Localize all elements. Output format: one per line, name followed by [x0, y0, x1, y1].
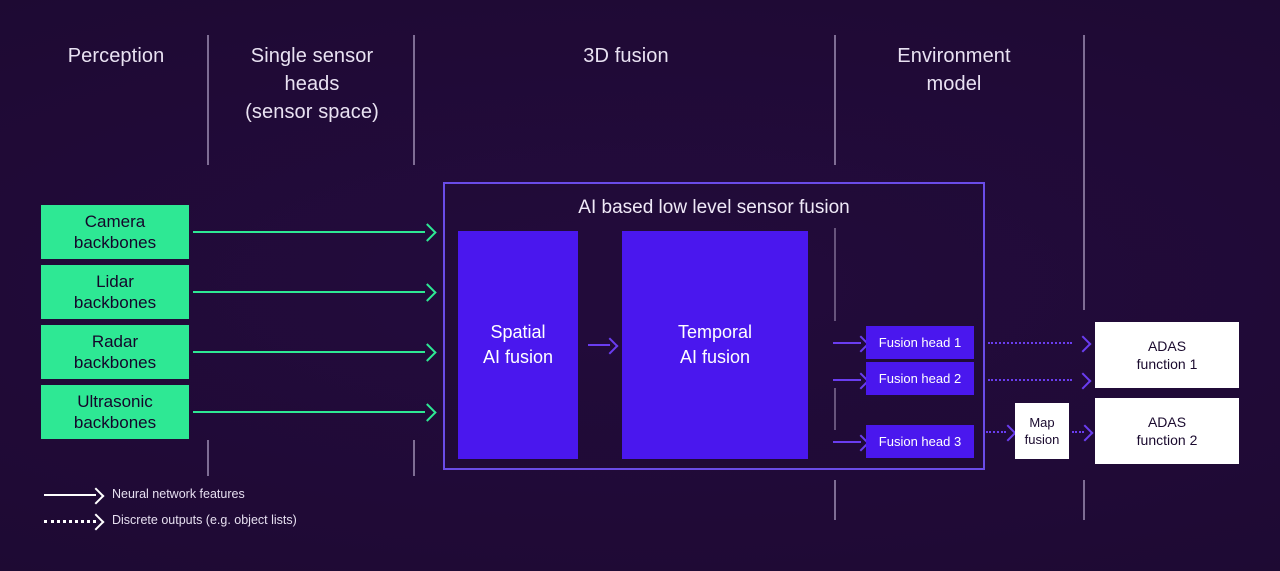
arrow-camera-to-fusion	[193, 231, 425, 233]
arrow-head-head-2-to-adas-1	[1074, 372, 1092, 390]
column-header-perception: Perception	[67, 45, 165, 67]
arrow-head-lidar	[418, 283, 437, 302]
fusion-container-title: AI based low level sensor fusion	[578, 197, 850, 218]
legend-label-neural-network-features: Neural network features	[112, 487, 245, 501]
arrow-head-radar	[418, 343, 437, 362]
legend: Neural network features Discrete outputs…	[44, 482, 384, 532]
legend-label-discrete-outputs: Discrete outputs (e.g. object lists)	[112, 513, 297, 527]
map-fusion-box[interactable]: Map fusion	[1015, 403, 1069, 459]
arrow-head-ultrasonic	[418, 403, 437, 422]
column-divider-2-top	[413, 35, 415, 165]
block-temporal-ai-fusion[interactable]: Temporal AI fusion	[622, 231, 808, 459]
column-header-3d-fusion: 3D fusion	[583, 45, 669, 67]
adas-function-1-box[interactable]: ADAS function 1	[1095, 322, 1239, 388]
column-divider-1-bottom	[207, 440, 209, 476]
adas-function-2-box[interactable]: ADAS function 2	[1095, 398, 1239, 464]
column-divider-1-top	[207, 35, 209, 165]
fusion-head-2[interactable]: Fusion head 2	[866, 362, 974, 395]
legend-solid-arrow-head-icon	[87, 487, 105, 505]
dotted-head-1-to-adas-1	[988, 342, 1072, 344]
fusion-head-3[interactable]: Fusion head 3	[866, 425, 974, 458]
block-spatial-ai-fusion[interactable]: Spatial AI fusion	[458, 231, 578, 459]
column-divider-3-bottom	[834, 480, 836, 520]
backbone-box-ultrasonic[interactable]: Ultrasonic backbones	[41, 385, 189, 439]
column-header-environment-model: Environment model	[897, 45, 1011, 95]
arrow-head-camera	[418, 223, 437, 242]
column-divider-2-bottom	[413, 440, 415, 476]
backbone-box-radar[interactable]: Radar backbones	[41, 325, 189, 379]
dotted-head-2-to-adas-1	[988, 379, 1072, 381]
backbone-box-camera[interactable]: Camera backbones	[41, 205, 189, 259]
backbone-box-lidar[interactable]: Lidar backbones	[41, 265, 189, 319]
arrow-head-head-3-to-map-fusion	[999, 424, 1017, 442]
legend-dotted-arrow-head-icon	[87, 513, 105, 531]
arrow-radar-to-fusion	[193, 351, 425, 353]
legend-row-neural-network-features: Neural network features	[44, 486, 384, 505]
column-divider-3-top	[834, 35, 836, 165]
column-divider-4-top	[1083, 35, 1085, 310]
column-divider-4-bottom	[1083, 480, 1085, 520]
diagram-canvas: Perception Single sensor heads (sensor s…	[0, 0, 1280, 571]
arrow-head-head-1-to-adas-1	[1074, 335, 1092, 353]
legend-row-discrete-outputs: Discrete outputs (e.g. object lists)	[44, 512, 384, 531]
column-header-single-sensor-heads: Single sensor heads (sensor space)	[245, 45, 379, 123]
fusion-head-1[interactable]: Fusion head 1	[866, 326, 974, 359]
arrow-head-map-fusion-to-adas-2	[1076, 424, 1094, 442]
arrow-lidar-to-fusion	[193, 291, 425, 293]
arrow-ultrasonic-to-fusion	[193, 411, 425, 413]
